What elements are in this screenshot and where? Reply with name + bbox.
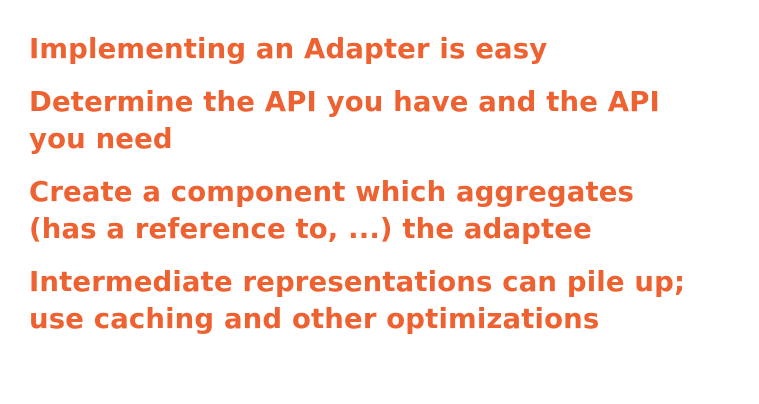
bullet-point-1-line-1: Implementing an Adapter is easy: [29, 33, 548, 65]
bullet-point-4-line-2: use caching and other optimizations: [29, 303, 600, 335]
bullet-point-2-line-2: you need: [29, 123, 173, 155]
bullet-point-4-line-1: Intermediate representations can pile up…: [29, 266, 686, 298]
bullet-point-1: Implementing an Adapter is easy: [29, 31, 749, 68]
bullet-point-3-line-2: (has a reference to, ...) the adaptee: [29, 213, 592, 245]
bullet-point-3-line-1: Create a component which aggregates: [29, 176, 635, 208]
bullet-point-2: Determine the API you have and the API y…: [29, 84, 749, 158]
bullet-point-4: Intermediate representations can pile up…: [29, 264, 749, 338]
bullet-point-2-line-1: Determine the API you have and the API: [29, 86, 660, 118]
bullet-point-3: Create a component which aggregates (has…: [29, 174, 749, 248]
slide-content: Implementing an Adapter is easy Determin…: [29, 31, 749, 338]
